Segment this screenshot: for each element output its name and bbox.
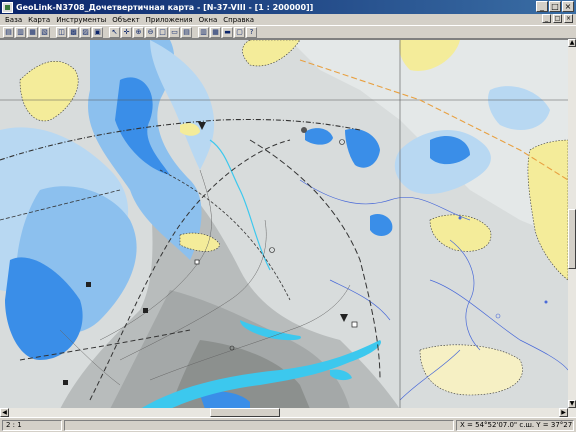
toolbar-separator — [51, 27, 55, 38]
point-symbol — [194, 259, 200, 265]
print-icon[interactable]: ▬ — [222, 26, 233, 38]
maximize-button[interactable]: □ — [549, 1, 561, 12]
grid-icon[interactable]: ▦ — [210, 26, 221, 38]
legend-icon[interactable]: ▣ — [92, 26, 103, 38]
map-canvas[interactable] — [0, 39, 568, 417]
report-icon[interactable]: ▥ — [198, 26, 209, 38]
close-button[interactable]: × — [562, 1, 574, 12]
menu-windows[interactable]: Окна — [196, 16, 221, 24]
point-symbol — [301, 127, 307, 133]
app-icon[interactable] — [2, 1, 13, 13]
menu-map[interactable]: Карта — [25, 16, 53, 24]
coordinates-readout: X = 54°52'07.0" с.ш. Y = 37°27'13.0" в.д… — [456, 419, 574, 431]
zoom-out-icon[interactable]: ⊖ — [145, 26, 156, 38]
point-symbol — [63, 380, 68, 385]
zoom-in-icon[interactable]: ⊕ — [133, 26, 144, 38]
child-window-controls: _ □ × — [542, 14, 573, 23]
point-symbol — [351, 321, 358, 328]
scale-readout: 2 : 1 — [2, 419, 62, 431]
help-icon[interactable]: ? — [246, 26, 257, 38]
point-symbol — [143, 308, 148, 313]
status-bar: 2 : 1 X = 54°52'07.0" с.ш. Y = 37°27'13.… — [0, 417, 576, 432]
objects-icon[interactable]: ▨ — [80, 26, 91, 38]
scroll-up-icon[interactable]: ▲ — [568, 39, 576, 47]
window-title: GeoLink-N3708_Дочетвертичная карта - [N-… — [16, 2, 314, 12]
scroll-right-icon[interactable]: ▶ — [559, 408, 568, 417]
scroll-left-icon[interactable]: ◀ — [0, 408, 9, 417]
cross-icon[interactable]: ✛ — [121, 26, 132, 38]
view-icon[interactable]: ◫ — [56, 26, 67, 38]
menu-applications[interactable]: Приложения — [143, 16, 196, 24]
toolbar-separator — [104, 27, 108, 38]
child-maximize-button[interactable]: □ — [553, 14, 562, 23]
window-controls: _ □ × — [536, 1, 574, 12]
title-bar: GeoLink-N3708_Дочетвертичная карта - [N-… — [0, 0, 576, 14]
layer-settings-icon[interactable]: ▩ — [68, 26, 79, 38]
point-symbol — [86, 282, 91, 287]
scroll-down-icon[interactable]: ▼ — [568, 400, 576, 408]
vertical-scrollbar[interactable]: ▲ ▼ — [568, 39, 576, 417]
toolbar-separator — [193, 27, 197, 38]
open-icon[interactable]: ▥ — [15, 26, 26, 38]
vertical-scroll-thumb[interactable] — [568, 209, 576, 269]
horizontal-scrollbar[interactable]: ◀ ▶ — [0, 408, 568, 417]
zoom-area-icon[interactable]: □ — [157, 26, 168, 38]
menu-help[interactable]: Справка — [220, 16, 257, 24]
toolbar: ▤ ▥ ▦ ▧ ◫ ▩ ▨ ▣ ↖ ✛ ⊕ ⊖ □ ▭ ▤ ▥ ▦ ▬ ▢ ? — [0, 25, 576, 39]
geological-map — [0, 40, 568, 409]
point-symbol — [544, 300, 548, 304]
layers-icon[interactable]: ▤ — [3, 26, 14, 38]
minimize-button[interactable]: _ — [536, 1, 548, 12]
child-close-button[interactable]: × — [564, 14, 573, 23]
menu-object[interactable]: Объект — [109, 16, 142, 24]
open-multi-icon[interactable]: ▦ — [27, 26, 38, 38]
window-icon[interactable]: ▢ — [234, 26, 245, 38]
horizontal-scroll-thumb[interactable] — [210, 408, 280, 417]
status-message — [64, 419, 454, 431]
point-symbol — [458, 216, 462, 220]
menu-bar: База Карта Инструменты Объект Приложения… — [0, 14, 576, 25]
copy-icon[interactable]: ▧ — [39, 26, 50, 38]
table-icon[interactable]: ▤ — [181, 26, 192, 38]
menu-tools[interactable]: Инструменты — [53, 16, 109, 24]
menu-database[interactable]: База — [2, 16, 25, 24]
child-minimize-button[interactable]: _ — [542, 14, 551, 23]
measure-icon[interactable]: ▭ — [169, 26, 180, 38]
pointer-icon[interactable]: ↖ — [109, 26, 120, 38]
